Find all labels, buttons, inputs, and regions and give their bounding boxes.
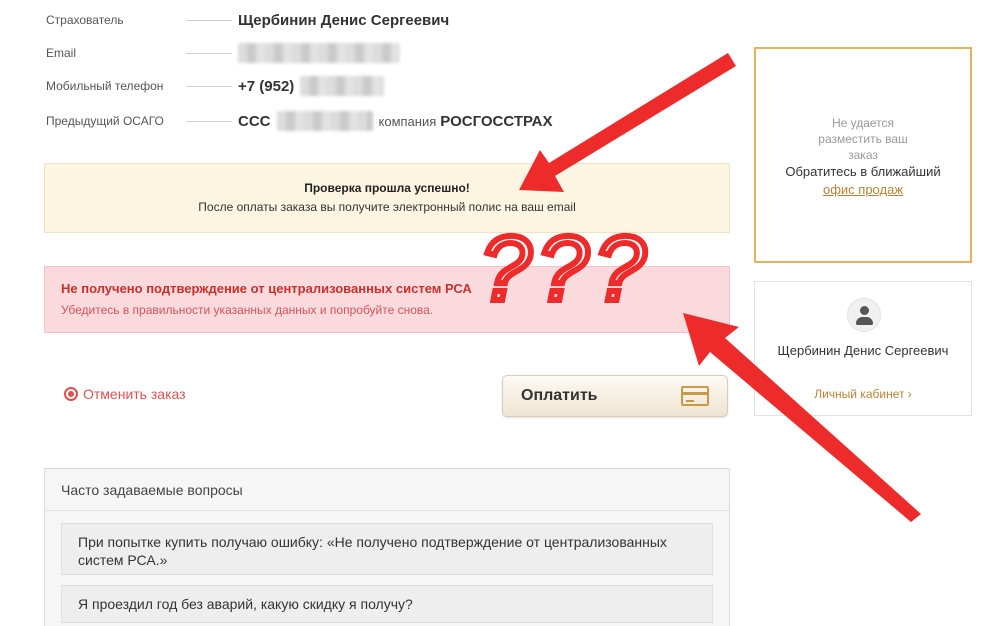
order-unavailable-text: Не удается разместить ваш заказ [818, 116, 908, 162]
faq-panel: Часто задаваемые вопросы При попытке куп… [44, 468, 730, 626]
user-icon [860, 306, 869, 315]
faq-item[interactable]: Я проездил год без аварий, какую скидку … [61, 585, 713, 623]
label-divider [186, 53, 232, 54]
label-divider [186, 121, 232, 122]
personal-cabinet-link[interactable]: Личный кабинет › [755, 387, 971, 401]
label-divider [186, 20, 232, 21]
error-title: Не получено подтверждение от централизов… [61, 281, 472, 296]
contact-text: Обратитесь в ближайший [785, 164, 941, 179]
company-name: РОСГОССТРАХ [440, 112, 553, 130]
faq-header: Часто задаваемые вопросы [45, 469, 729, 511]
cancel-order-link[interactable]: Отменить заказ [64, 386, 186, 402]
email-label: Email [46, 46, 77, 60]
insured-label: Страхователь [46, 13, 124, 27]
insured-row: Страхователь Щербинин Денис Сергеевич [46, 9, 449, 31]
error-subtitle: Убедитесь в правильности указанных данны… [61, 303, 434, 317]
user-panel: Щербинин Денис Сергеевич Личный кабинет … [754, 281, 972, 416]
prev-policy-row: Предыдущий ОСАГО ССС компания РОСГОССТРА… [46, 110, 553, 132]
user-name: Щербинин Денис Сергеевич [777, 343, 949, 358]
faq-item[interactable]: При попытке купить получаю ошибку: «Не п… [61, 523, 713, 575]
success-title: Проверка прошла успешно! [304, 181, 470, 195]
phone-prefix: +7 (952) [238, 77, 295, 95]
label-divider [186, 86, 232, 87]
email-row: Email [46, 42, 400, 64]
redacted-phone [300, 76, 385, 96]
error-notice: Не получено подтверждение от централизов… [44, 266, 730, 333]
phone-row: Мобильный телефон +7 (952) [46, 75, 385, 97]
success-subtitle: После оплаты заказа вы получите электрон… [198, 200, 576, 214]
cancel-order-label: Отменить заказ [83, 386, 186, 402]
cancel-icon [64, 387, 78, 401]
phone-value: +7 (952) [238, 76, 385, 96]
prev-policy-value: ССС компания РОСГОССТРАХ [238, 111, 553, 131]
pay-button[interactable]: Оплатить [502, 375, 728, 417]
success-notice: Проверка прошла успешно! После оплаты за… [44, 163, 730, 233]
sales-office-link[interactable]: офис продаж [756, 182, 970, 197]
email-value [238, 43, 400, 63]
pay-button-label: Оплатить [521, 387, 598, 404]
order-unavailable-panel: Не удается разместить ваш заказ Обратите… [754, 47, 972, 263]
avatar [847, 298, 881, 332]
redacted-policy-number [276, 111, 373, 131]
credit-card-icon [681, 386, 709, 406]
insured-value: Щербинин Денис Сергеевич [238, 11, 450, 29]
redacted-email [238, 43, 400, 63]
company-word: компания [378, 113, 437, 129]
user-icon-body [856, 317, 873, 325]
phone-label: Мобильный телефон [46, 79, 164, 93]
prev-policy-series: ССС [238, 112, 271, 130]
prev-policy-label: Предыдущий ОСАГО [46, 114, 164, 128]
